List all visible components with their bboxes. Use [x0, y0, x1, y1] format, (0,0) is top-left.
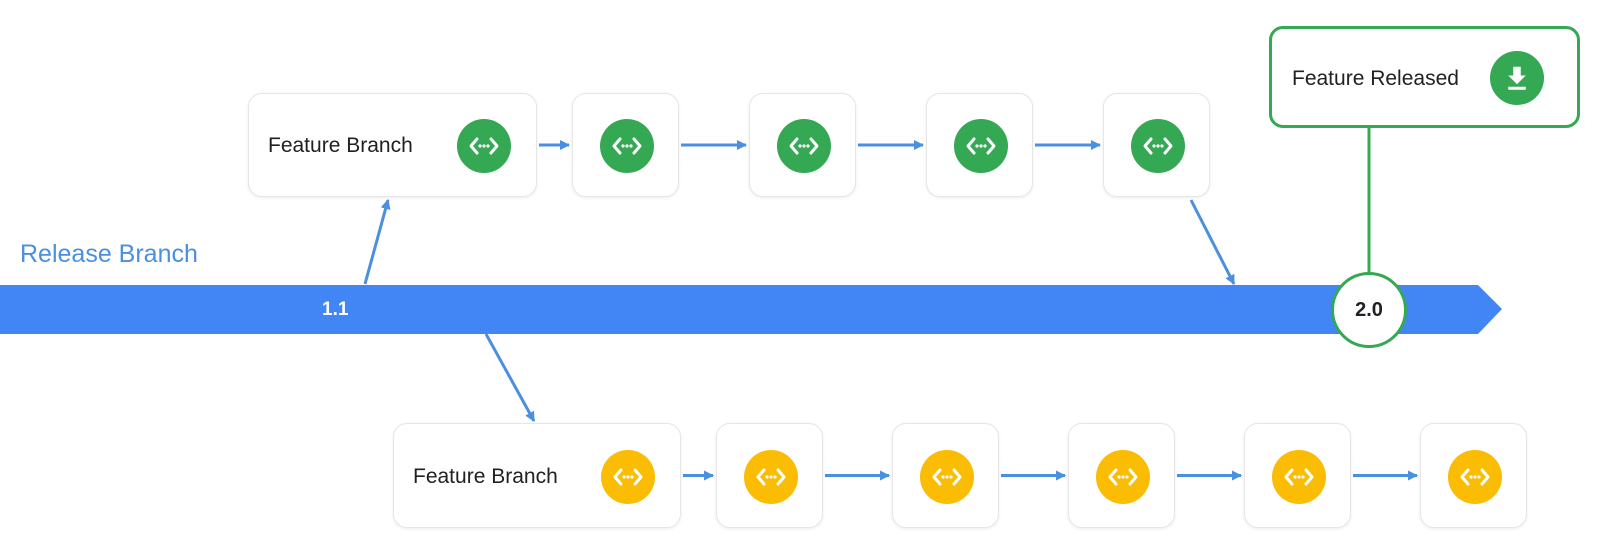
code-commit-icon: [744, 449, 798, 504]
top-commit-node[interactable]: [926, 93, 1033, 197]
version-2-0: 2.0: [1331, 272, 1407, 348]
feature-branch-label: Feature Branch: [268, 134, 413, 157]
bottom-commit-node[interactable]: [1068, 423, 1175, 528]
code-commit-icon: [1096, 449, 1150, 504]
release-branch-band: [0, 285, 1502, 334]
branch-out-arrow: [363, 199, 391, 285]
release-branch-label: Release Branch: [20, 240, 198, 268]
download-icon: [1490, 51, 1544, 105]
top-branch-start-node[interactable]: Feature Branch: [248, 93, 537, 197]
bottom-commit-node[interactable]: [1244, 423, 1351, 528]
top-commit-node[interactable]: [1103, 93, 1210, 197]
code-commit-icon: [1448, 449, 1502, 504]
bottom-commit-node[interactable]: [716, 423, 823, 528]
code-commit-icon: [457, 119, 511, 173]
code-commit-icon: [954, 119, 1008, 173]
code-commit-icon: [777, 119, 831, 173]
version-1-1: 1.1: [322, 299, 349, 320]
feature-branch-label: Feature Branch: [413, 464, 558, 488]
bottom-commit-node[interactable]: [1420, 423, 1527, 528]
code-commit-icon: [1131, 119, 1185, 173]
bottom-branch-start-node[interactable]: Feature Branch: [393, 423, 681, 528]
code-commit-icon: [1272, 449, 1326, 504]
top-commit-node[interactable]: [749, 93, 856, 197]
branch-out-arrow: [484, 333, 536, 422]
top-commit-node[interactable]: [572, 93, 679, 197]
feature-released-node[interactable]: Feature Released: [1269, 26, 1580, 128]
code-commit-icon: [601, 449, 655, 504]
feature-released-label: Feature Released: [1292, 67, 1459, 90]
code-commit-icon: [600, 119, 654, 173]
merge-arrow: [1189, 199, 1236, 285]
bottom-commit-node[interactable]: [892, 423, 999, 528]
code-commit-icon: [920, 449, 974, 504]
